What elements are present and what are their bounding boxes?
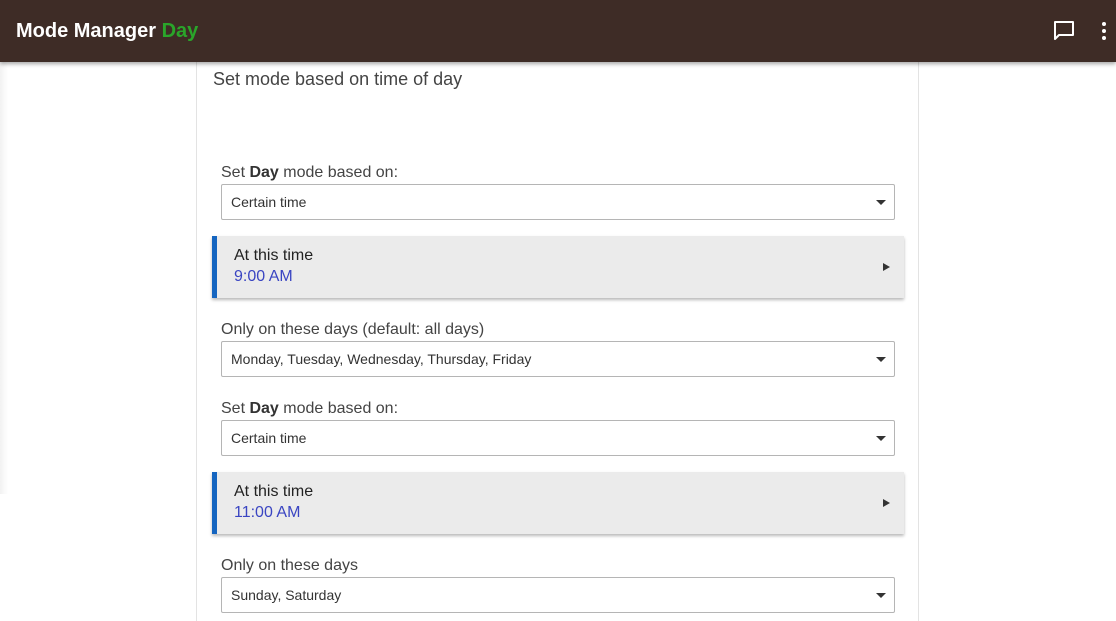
- card-heading: Set mode based on time of day: [213, 69, 463, 89]
- dropdown-caret-icon: [876, 357, 886, 362]
- select-value: Monday, Tuesday, Wednesday, Thursday, Fr…: [231, 351, 532, 367]
- days-label: Only on these days: [221, 557, 358, 574]
- dropdown-caret-icon: [876, 593, 886, 598]
- time-value: 11:00 AM: [234, 504, 301, 521]
- more-vertical-icon[interactable]: [1094, 19, 1114, 43]
- label-suffix: mode based on:: [278, 400, 399, 417]
- app-header: Mode Manager Day: [0, 0, 1116, 62]
- expand-arrow-icon: [883, 499, 890, 507]
- time-picker-card[interactable]: At this time 11:00 AM: [212, 472, 904, 534]
- days-label: Only on these days (default: all days): [221, 321, 485, 338]
- chat-bubble-icon[interactable]: [1052, 19, 1076, 43]
- app-title: Mode Manager Day: [16, 20, 198, 43]
- time-value: 9:00 AM: [234, 268, 293, 285]
- mode-basis-select[interactable]: Certain time: [221, 420, 895, 456]
- mode-basis-label: Set Day mode based on:: [221, 400, 398, 418]
- mode-basis-select[interactable]: Certain time: [221, 184, 895, 220]
- current-mode: Day: [161, 19, 199, 42]
- mode-name-bold: Day: [249, 164, 279, 181]
- mode-name-bold: Day: [249, 400, 279, 417]
- label-suffix: mode based on:: [278, 164, 399, 181]
- settings-card: Set mode based on time of day Set Day mo…: [196, 62, 919, 621]
- dropdown-caret-icon: [876, 436, 886, 441]
- expand-arrow-icon: [883, 263, 890, 271]
- time-label: At this time: [234, 483, 314, 500]
- label-prefix: Set: [221, 164, 250, 181]
- mode-basis-label: Set Day mode based on:: [221, 164, 398, 182]
- select-value: Certain time: [231, 430, 307, 446]
- select-value: Certain time: [231, 194, 307, 210]
- days-select[interactable]: Monday, Tuesday, Wednesday, Thursday, Fr…: [221, 341, 895, 377]
- days-select[interactable]: Sunday, Saturday: [221, 577, 895, 613]
- label-prefix: Set: [221, 400, 250, 417]
- header-actions: [1052, 0, 1116, 62]
- dropdown-caret-icon: [876, 200, 886, 205]
- select-value: Sunday, Saturday: [231, 587, 342, 603]
- time-picker-card[interactable]: At this time 9:00 AM: [212, 236, 904, 298]
- side-panel-edge: [0, 62, 8, 494]
- app-name: Mode Manager: [16, 19, 157, 42]
- time-label: At this time: [234, 247, 314, 264]
